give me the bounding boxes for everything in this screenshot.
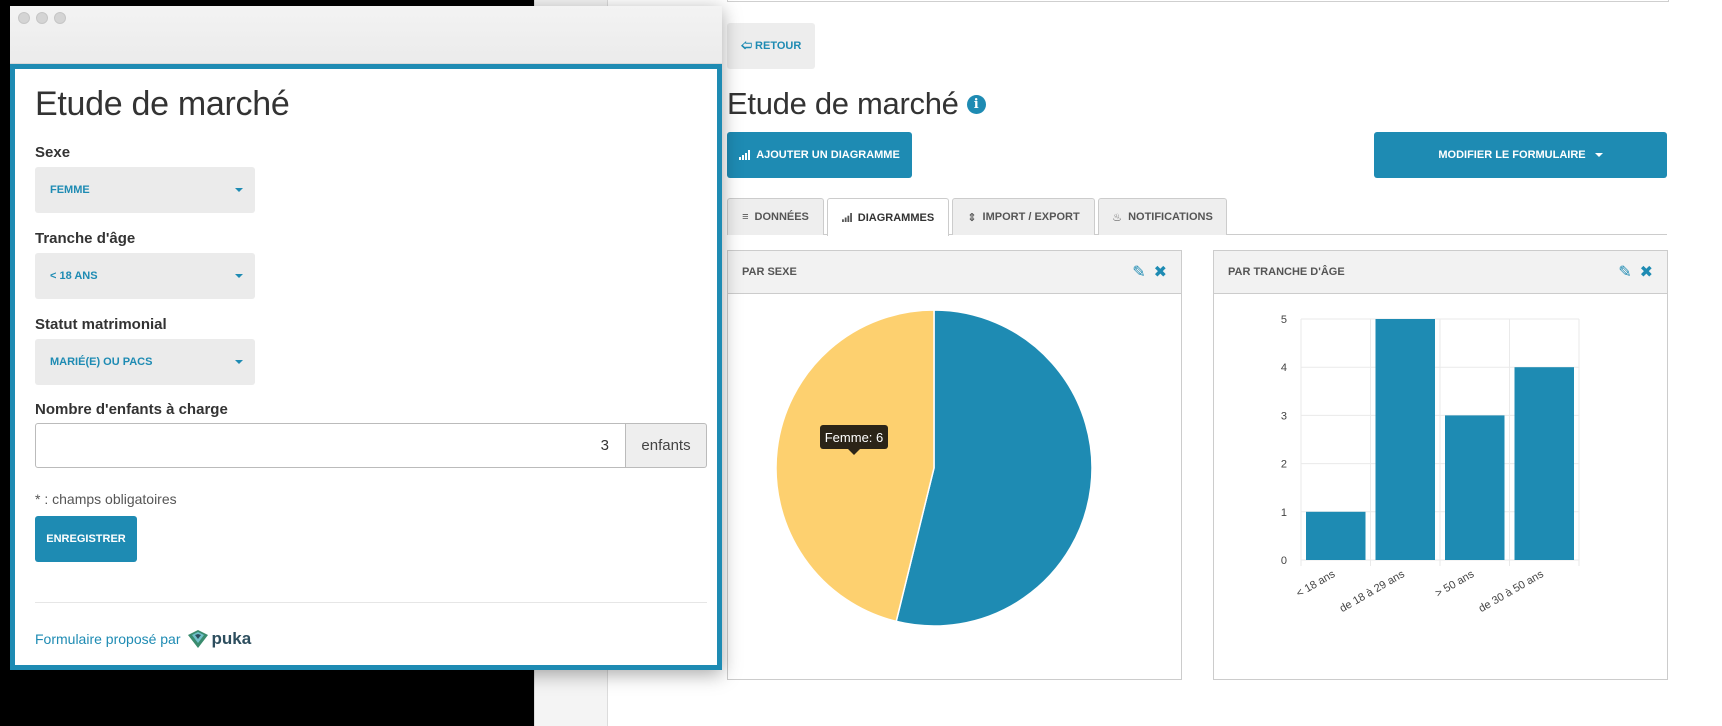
statut-value: MARIÉ(E) OU PACS [50,356,153,368]
bar-chart: 0 1 2 3 4 5 < 18 ans de 18 à 29 ans > 50 ans de 3… [1281,314,1580,615]
chart-panel-age: PAR TRANCHE D'ÂGE ✎ ✖ 0 1 2 3 4 5 < 18 ans de 1… [1213,250,1668,680]
info-icon[interactable]: i [966,94,986,114]
tab-notifications[interactable]: ♨ NOTIFICATIONS [1098,198,1227,235]
edit-icon[interactable]: ✎ [1132,262,1145,282]
panel-title: PAR SEXE [742,266,797,278]
x-tick-label: de 18 à 29 ans [1338,568,1407,615]
tab-label: IMPORT / EXPORT [982,211,1080,223]
modify-form-button[interactable]: MODIFIER LE FORMULAIRE [1374,132,1667,178]
x-tick-label: de 30 à 50 ans [1477,568,1546,615]
puka-brand-text: puka [211,629,252,648]
pie-chart: Femme: 6 [775,309,1093,627]
add-chart-button[interactable]: AJOUTER UN DIAGRAMME [727,132,912,178]
enfants-input[interactable]: 3 [35,423,626,468]
enfants-input-group: 3 enfants [35,423,707,468]
back-button-label: RETOUR [755,40,802,52]
close-icon[interactable]: ✖ [1154,262,1167,282]
chart-panel-sexe: PAR SEXE ✎ ✖ Femme: 6 [727,250,1182,680]
age-label: Tranche d'âge [35,230,136,247]
panel-header: PAR TRANCHE D'ÂGE ✎ ✖ [1214,251,1667,294]
footer-text: Formulaire proposé par [35,631,181,647]
panel-header: PAR SEXE ✎ ✖ [728,251,1181,294]
bar [1445,415,1505,560]
list-icon: ≡ [742,211,749,223]
sexe-value: FEMME [50,184,90,196]
import-export-icon: ⇕ [967,211,977,224]
page-title-text: Etude de marché [727,86,959,121]
puka-logo-icon [187,630,208,648]
window-close-dot[interactable] [18,12,30,24]
add-chart-label: AJOUTER UN DIAGRAMME [756,149,900,161]
form-title: Etude de marché [35,85,290,123]
tab-label: DONNÉES [754,211,809,223]
save-button[interactable]: ENREGISTRER [35,516,137,562]
y-tick-label: 1 [1281,507,1287,519]
tab-label: NOTIFICATIONS [1128,211,1213,223]
y-tick-label: 5 [1281,314,1287,326]
window-maximize-dot[interactable] [54,12,66,24]
enfants-label: Nombre d'enfants à charge [35,401,228,418]
form-footer: Formulaire proposé par puka [35,629,251,649]
edit-icon[interactable]: ✎ [1618,262,1631,282]
sexe-label: Sexe [35,144,71,161]
bell-icon: ♨ [1112,211,1123,224]
y-tick-label: 3 [1281,410,1287,422]
x-tick-label: > 50 ans [1433,568,1476,600]
caret-down-icon [235,360,243,364]
age-select[interactable]: < 18 ANS [35,253,255,299]
page-title: Etude de marché i [727,86,986,122]
tabs-bar: ≡ DONNÉES DIAGRAMMES ⇕ IMPORT / EXPORT ♨… [727,198,1667,236]
y-tick-label: 4 [1281,362,1287,374]
form-container: Etude de marché Sexe FEMME Tranche d'âge… [10,64,722,670]
tab-diagrammes[interactable]: DIAGRAMMES [827,198,949,236]
tooltip-text: Femme: 6 [825,430,884,445]
y-tick-label: 0 [1281,555,1287,567]
back-button[interactable]: 🢠 RETOUR [727,23,815,69]
modify-form-label: MODIFIER LE FORMULAIRE [1438,149,1586,161]
caret-down-icon [1594,153,1603,157]
bar [1514,367,1574,560]
enfants-unit-addon: enfants [626,423,707,468]
arrow-left-icon: 🢠 [740,39,753,52]
form-window: Etude de marché Sexe FEMME Tranche d'âge… [10,6,722,670]
tab-label: DIAGRAMMES [857,211,935,224]
tab-import-export[interactable]: ⇕ IMPORT / EXPORT [952,198,1095,235]
statut-label: Statut matrimonial [35,316,167,333]
window-titlebar [10,6,722,64]
panel-title: PAR TRANCHE D'ÂGE [1228,266,1345,278]
sexe-select[interactable]: FEMME [35,167,255,213]
bar-chart-icon [841,213,852,222]
age-value: < 18 ANS [50,270,98,282]
caret-down-icon [235,274,243,278]
bar [1306,511,1366,560]
tab-donnees[interactable]: ≡ DONNÉES [727,198,824,235]
bar-chart-icon [739,150,751,160]
top-container-edge [727,0,1669,2]
required-note: * : champs obligatoires [35,491,177,507]
divider [35,602,707,603]
close-icon[interactable]: ✖ [1640,262,1653,282]
puka-logo[interactable]: puka [187,629,252,649]
caret-down-icon [235,188,243,192]
y-tick-label: 2 [1281,459,1287,471]
x-tick-label: < 18 ans [1294,568,1337,600]
statut-select[interactable]: MARIÉ(E) OU PACS [35,339,255,385]
bar [1375,319,1435,560]
window-minimize-dot[interactable] [36,12,48,24]
